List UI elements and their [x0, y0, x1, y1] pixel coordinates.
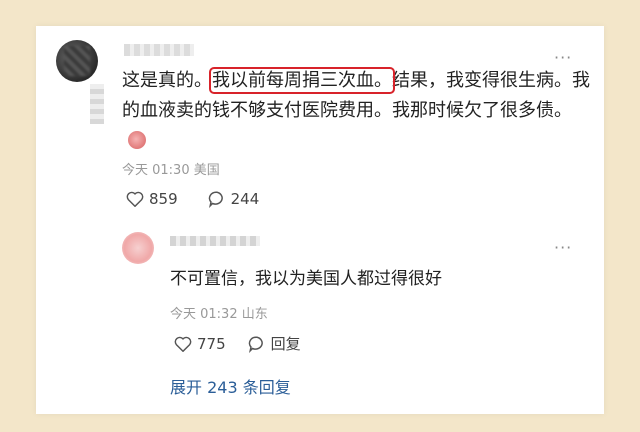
comment-button[interactable]: 244	[208, 190, 260, 208]
comment-icon	[248, 335, 266, 353]
highlighted-text: 我以前每周捐三次血。	[209, 67, 395, 94]
reply-like-button[interactable]: 775	[174, 335, 226, 353]
reply-avatar[interactable]	[122, 232, 154, 264]
reply-meta: 今天 01:32 山东	[170, 303, 268, 322]
reply-text: 不可置信，我以为美国人都过得很好	[170, 269, 442, 289]
like-button[interactable]: 859	[126, 190, 178, 208]
avatar[interactable]	[56, 40, 98, 82]
more-icon[interactable]: ···	[554, 48, 572, 67]
comment-icon	[208, 190, 226, 208]
reply-location: 山东	[241, 307, 268, 322]
comment-location: 美国	[193, 163, 220, 178]
reply-button[interactable]: 回复	[248, 333, 301, 354]
comment-count: 244	[230, 190, 260, 208]
comment-time: 今天 01:30	[122, 163, 190, 178]
reply-more-icon[interactable]: ···	[554, 238, 572, 257]
reply-username-blurred[interactable]	[170, 236, 260, 246]
username-blurred[interactable]	[124, 44, 194, 56]
comment-card: ··· 这是真的。我以前每周捐三次血。结果，我变得很生病。我的血液卖的钱不够支付…	[36, 26, 604, 414]
comment-actions: 859 244	[126, 190, 259, 208]
like-count: 859	[149, 190, 178, 208]
heart-icon	[126, 191, 144, 207]
comment-text-before: 这是真的。	[122, 70, 212, 91]
expand-replies-link[interactable]: 展开 243 条回复	[170, 374, 291, 398]
blurred-region	[90, 84, 104, 124]
comment-text: 这是真的。我以前每周捐三次血。结果，我变得很生病。我的血液卖的钱不够支付医院费用…	[122, 66, 592, 156]
reply-label: 回复	[270, 335, 301, 353]
reply-like-count: 775	[197, 334, 226, 353]
reply-actions: 775 回复	[174, 333, 301, 354]
reply-time: 今天 01:32	[170, 307, 238, 322]
heart-icon	[174, 336, 192, 352]
emoji-icon	[128, 131, 146, 149]
comment-meta: 今天 01:30 美国	[122, 159, 220, 178]
